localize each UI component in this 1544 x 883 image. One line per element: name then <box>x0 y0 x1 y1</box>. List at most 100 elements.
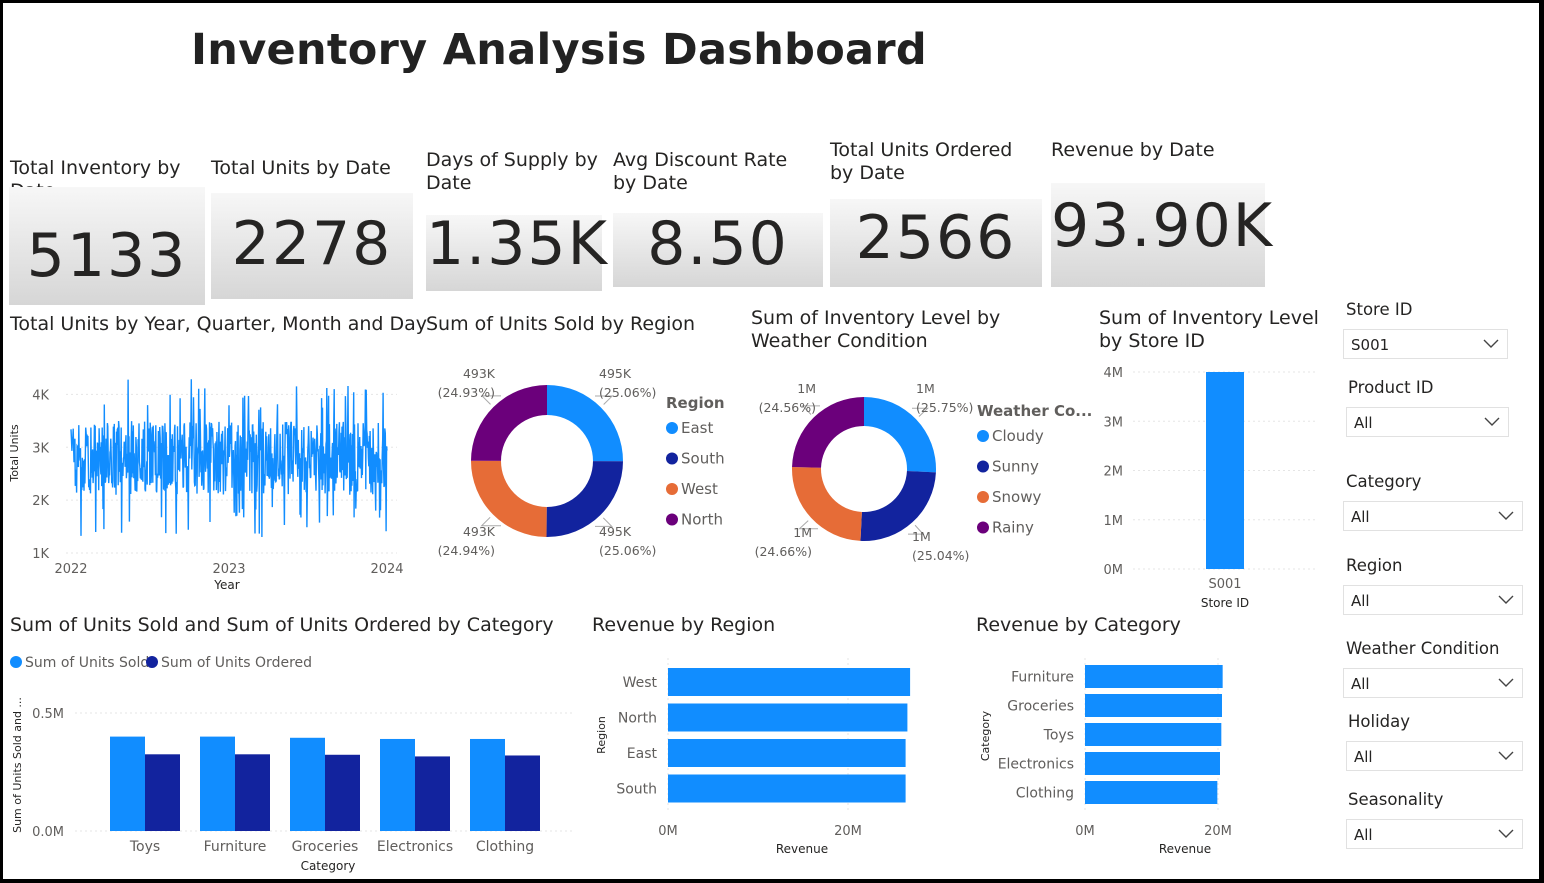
bar-groceries[interactable] <box>1085 694 1222 717</box>
x-tick-label: 2023 <box>212 562 245 577</box>
category-bar-chart[interactable]: Sum of Units Sold Sum of Units Ordered 0.0… <box>3 643 583 879</box>
slice-value-label: 493K <box>463 366 496 381</box>
legend-marker <box>977 430 989 442</box>
bar-toys-sold[interactable] <box>110 736 145 831</box>
slice-value-label: 495K <box>599 524 632 539</box>
legend-marker <box>977 521 989 534</box>
y-tick-label: East <box>627 746 658 762</box>
x-tick-label: 20M <box>834 824 862 839</box>
slicer-value-category: All <box>1351 508 1370 526</box>
x-tick-label: Electronics <box>377 839 453 855</box>
kpi-value-days-of-supply: 1.35K <box>426 209 609 279</box>
bar-electronics-sold[interactable] <box>380 738 415 831</box>
bar-clothing[interactable] <box>1085 781 1218 804</box>
y-tick-label: 3K <box>32 441 49 456</box>
line-chart-title: Total Units by Year, Quarter, Month and … <box>10 313 428 335</box>
bar-toys[interactable] <box>1085 723 1222 746</box>
kpi-title-avg-discount: Avg Discount Rate by Date <box>613 149 788 194</box>
units-line-chart[interactable]: 1K 2K 3K 4K 2022 2023 2024 Total Units Year <box>3 353 413 603</box>
x-tick-label: 20M <box>1204 824 1232 839</box>
legend-item-snowy[interactable]: Snowy <box>992 488 1041 506</box>
slicer-label-region: Region <box>1346 556 1403 575</box>
legend-item-rainy[interactable]: Rainy <box>992 519 1034 537</box>
kpi-value-revenue: 93.90K <box>1051 191 1275 261</box>
slice-percent-label: (24.94%) <box>438 543 495 558</box>
y-tick-label: 2M <box>1104 465 1124 480</box>
legend-item[interactable]: Sum of Units Ordered <box>161 655 312 671</box>
slicer-dropdown-product-id[interactable]: All <box>1346 407 1509 437</box>
slice-value-label: 1M <box>912 529 931 544</box>
y-tick-label: South <box>616 782 657 798</box>
legend-item-east[interactable]: East <box>681 419 713 437</box>
slicer-dropdown-store-id[interactable]: S001 <box>1343 329 1508 359</box>
y-tick-label: North <box>618 711 657 727</box>
legend-item-cloudy[interactable]: Cloudy <box>992 427 1044 445</box>
slicer-label-seasonality: Seasonality <box>1348 790 1444 809</box>
bar-groceries-sold[interactable] <box>290 737 325 831</box>
kpi-value-total-inventory: 5133 <box>26 221 188 291</box>
category-bar-title: Sum of Units Sold and Sum of Units Order… <box>10 614 554 636</box>
chevron-down-icon <box>1498 595 1514 604</box>
y-tick-label: Toys <box>1043 728 1074 744</box>
region-donut-chart[interactable]: 495K (25.06%) 495K (25.06%) 493K (24.94%) 493K… <box>423 353 743 583</box>
chevron-down-icon <box>1498 751 1514 760</box>
legend-item-north[interactable]: North <box>681 511 723 529</box>
y-tick-label: 0.0M <box>32 825 64 840</box>
y-tick-label: 4M <box>1104 366 1124 381</box>
slicer-dropdown-category[interactable]: All <box>1343 501 1523 531</box>
legend-marker <box>146 656 158 668</box>
legend-marker <box>666 513 678 526</box>
bar-furniture-ordered[interactable] <box>235 754 270 831</box>
bar-south[interactable] <box>668 774 906 803</box>
bar-west[interactable] <box>668 668 911 696</box>
bar-clothing-ordered[interactable] <box>505 755 540 831</box>
slicer-dropdown-weather[interactable]: All <box>1343 668 1523 698</box>
bar-clothing-sold[interactable] <box>470 738 505 831</box>
weather-donut-chart[interactable]: 1M (25.75%) 1M (25.04%) 1M (24.66%) 1M (24.56%)… <box>748 363 1093 583</box>
slicer-label-category: Category <box>1346 472 1422 491</box>
y-tick-label: 0M <box>1104 563 1124 578</box>
slicer-value-product-id: All <box>1354 414 1373 432</box>
slicer-dropdown-seasonality[interactable]: All <box>1346 819 1523 849</box>
bar-furniture-sold[interactable] <box>200 736 235 831</box>
legend-title: Weather Co... <box>977 402 1092 420</box>
slice-percent-label: (24.93%) <box>438 385 495 400</box>
bar-toys-ordered[interactable] <box>145 754 180 831</box>
slicer-value-seasonality: All <box>1354 826 1373 844</box>
chevron-down-icon <box>1483 339 1499 348</box>
x-tick-label: Furniture <box>204 839 267 855</box>
revenue-category-chart[interactable]: 0M 20M Furniture Groceries Toys Electronics Cl… <box>971 648 1271 863</box>
bar-electronics[interactable] <box>1085 752 1220 775</box>
slice-percent-label: (25.04%) <box>912 548 969 563</box>
slicer-dropdown-holiday[interactable]: All <box>1346 741 1523 771</box>
legend-item[interactable]: Sum of Units Sold <box>25 655 149 671</box>
slicer-label-store-id: Store ID <box>1346 300 1413 319</box>
kpi-value-units-ordered: 2566 <box>855 203 1017 273</box>
bar-north[interactable] <box>668 703 908 732</box>
bar-s001[interactable] <box>1206 372 1244 569</box>
axis-label-y: Region <box>595 716 608 754</box>
legend-marker <box>977 460 989 473</box>
slicer-label-holiday: Holiday <box>1348 712 1411 731</box>
slicer-value-region: All <box>1351 592 1370 610</box>
bar-groceries-ordered[interactable] <box>325 754 360 831</box>
bar-electronics-ordered[interactable] <box>415 756 450 831</box>
legend-marker <box>666 483 678 495</box>
revenue-region-chart[interactable]: 0M 20M West North East South Revenue Region <box>588 648 928 863</box>
legend-item-sunny[interactable]: Sunny <box>992 458 1039 476</box>
bar-furniture[interactable] <box>1085 665 1223 688</box>
chevron-down-icon <box>1498 678 1514 687</box>
slicer-value-store-id: S001 <box>1351 336 1390 354</box>
slice-percent-label: (24.66%) <box>755 544 812 559</box>
slice-value-label: 493K <box>463 524 496 539</box>
slicer-dropdown-region[interactable]: All <box>1343 585 1523 615</box>
chevron-down-icon <box>1498 511 1514 520</box>
store-bar-chart[interactable]: 0M 1M 2M 3M 4M S001 Store ID <box>1093 358 1328 613</box>
slice-value-label: 1M <box>916 381 935 396</box>
slicer-value-weather: All <box>1351 675 1370 693</box>
kpi-title-total-units: Total Units by Date <box>211 157 391 179</box>
legend-item-south[interactable]: South <box>681 450 725 468</box>
bar-east[interactable] <box>668 739 906 767</box>
x-tick-label: Toys <box>129 839 160 855</box>
legend-item-west[interactable]: West <box>681 480 718 498</box>
